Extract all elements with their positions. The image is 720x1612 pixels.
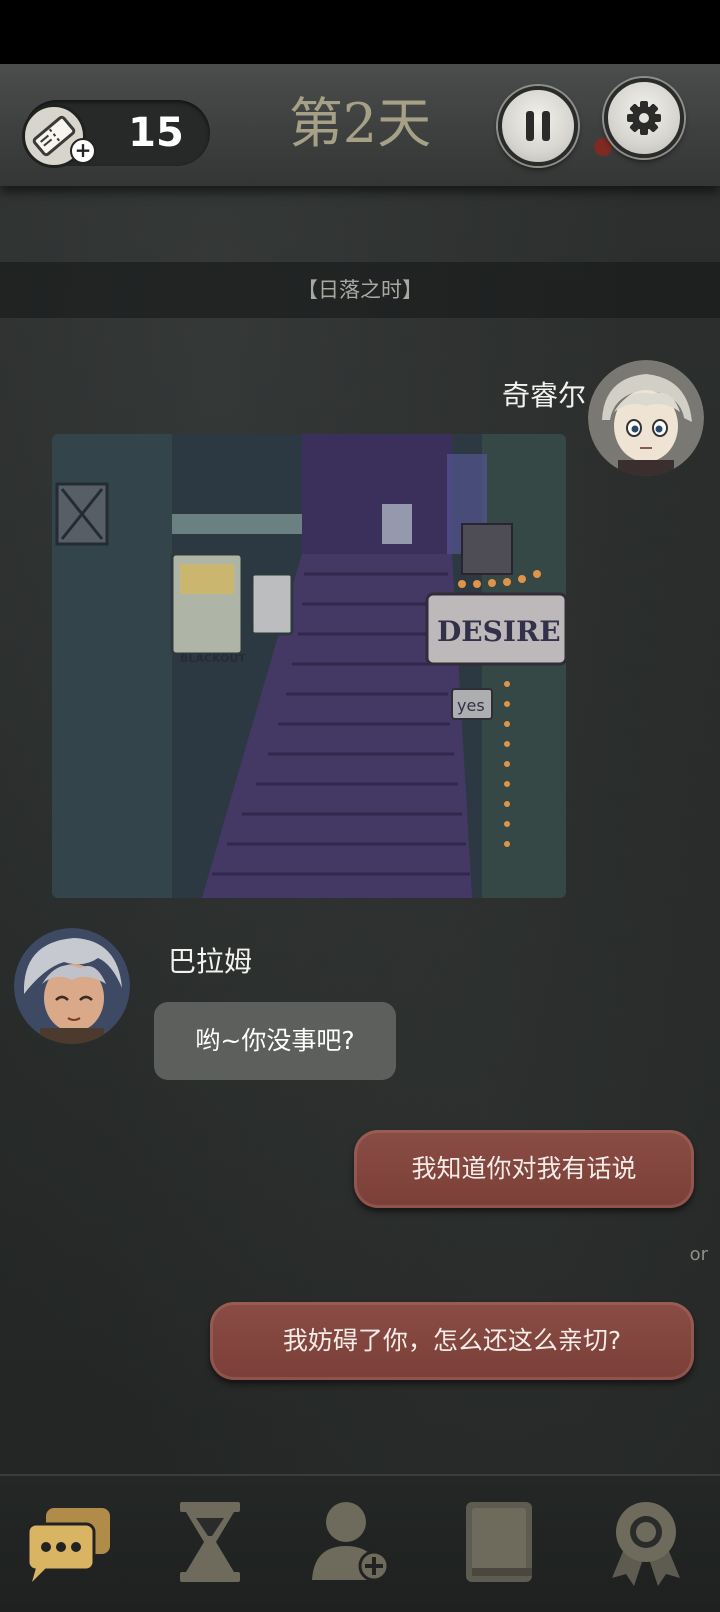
scene-illustration[interactable]: BLACKOUT DESIRE yes [52,434,566,898]
choice-button-1[interactable]: 我知道你对我有话说 [354,1130,694,1208]
ticket-count: 15 [128,110,184,156]
nav-achievements[interactable] [596,1494,696,1590]
pause-button[interactable] [498,86,578,166]
book-icon [466,1502,532,1582]
nav-chat[interactable] [18,1494,118,1590]
gear-icon [627,101,661,135]
nav-journal[interactable] [450,1494,550,1590]
settings-button[interactable] [604,78,684,158]
message-text: 哟~你没事吧? [195,1026,355,1055]
status-bar [0,0,720,64]
award-icon [612,1502,680,1586]
pause-icon [526,111,550,141]
chat-icon [26,1508,110,1582]
speaker-name: 巴拉姆 [168,945,253,978]
add-ticket-icon[interactable]: + [70,138,96,164]
choice-button-2[interactable]: 我妨碍了你，怎么还这么亲切? [210,1302,694,1380]
nav-hourglass[interactable] [160,1494,260,1590]
chapter-title: 【日落之时】 [297,278,423,302]
avatar[interactable] [588,360,704,476]
choice-separator: or [689,1244,708,1265]
avatar[interactable] [14,928,130,1044]
speaker-name: 奇睿尔 [501,379,586,412]
add-user-icon [312,1502,390,1582]
hourglass-icon [180,1502,240,1582]
day-title: 第2天 [288,92,432,155]
nav-add-character[interactable] [304,1494,404,1590]
